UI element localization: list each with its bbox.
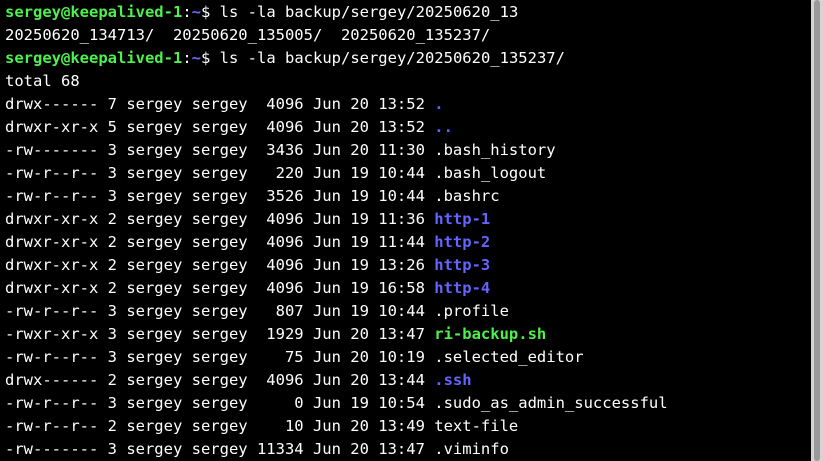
listing-name: ri-backup.sh xyxy=(434,325,547,343)
listing-row: -rw-r--r-- 3 sergey sergey 220 Jun 19 10… xyxy=(5,162,546,185)
listing-row: -rw-r--r-- 3 sergey sergey 3526 Jun 19 1… xyxy=(5,185,500,208)
listing-name: .selected_editor xyxy=(434,348,584,366)
listing-meta: -rw------- 3 sergey sergey 3436 Jun 20 1… xyxy=(5,141,435,159)
listing-row: -rw-r--r-- 3 sergey sergey 75 Jun 20 10:… xyxy=(5,346,584,369)
listing-name: .sudo_as_admin_successful xyxy=(434,394,668,412)
command-text: ls -la backup/sergey/20250620_135237/ xyxy=(219,49,565,67)
listing-row: drwxr-xr-x 2 sergey sergey 4096 Jun 19 1… xyxy=(5,254,490,277)
listing-row: -rw-r--r-- 2 sergey sergey 10 Jun 20 13:… xyxy=(5,415,518,438)
command-text: ls -la backup/sergey/20250620_13 xyxy=(219,3,519,21)
listing-meta: drwxr-xr-x 2 sergey sergey 4096 Jun 19 1… xyxy=(5,210,435,228)
scrollbar-thumb[interactable] xyxy=(814,0,820,461)
listing-name: .bash_logout xyxy=(434,164,547,182)
listing-row: drwxr-xr-x 2 sergey sergey 4096 Jun 19 1… xyxy=(5,277,490,300)
listing-name: .. xyxy=(434,118,453,136)
listing-row: -rw-r--r-- 3 sergey sergey 807 Jun 19 10… xyxy=(5,300,509,323)
listing-name: . xyxy=(434,95,444,113)
prompt-path: ~ xyxy=(191,49,201,67)
listing-row: drwxr-xr-x 2 sergey sergey 4096 Jun 19 1… xyxy=(5,231,490,254)
prompt-dollar: $ xyxy=(201,3,220,21)
listing-row: drwxr-xr-x 2 sergey sergey 4096 Jun 19 1… xyxy=(5,208,490,231)
listing-row: drwxr-xr-x 5 sergey sergey 4096 Jun 20 1… xyxy=(5,116,453,139)
prompt-path: ~ xyxy=(191,3,201,21)
listing-name: http-4 xyxy=(434,279,491,297)
listing-row: drwx------ 2 sergey sergey 4096 Jun 20 1… xyxy=(5,369,472,392)
listing-meta: -rw-r--r-- 3 sergey sergey 75 Jun 20 10:… xyxy=(5,348,435,366)
listing-row: -rw------- 3 sergey sergey 3436 Jun 20 1… xyxy=(5,139,556,162)
listing-row: -rw-r--r-- 3 sergey sergey 0 Jun 19 10:5… xyxy=(5,392,668,415)
listing-meta: -rw-r--r-- 3 sergey sergey 807 Jun 19 10… xyxy=(5,302,435,320)
listing-meta: drwxr-xr-x 2 sergey sergey 4096 Jun 19 1… xyxy=(5,256,435,274)
listing-name: .bashrc xyxy=(434,187,500,205)
scrollbar[interactable] xyxy=(811,0,823,461)
listing-meta: -rw-r--r-- 2 sergey sergey 10 Jun 20 13:… xyxy=(5,417,435,435)
listing-name: http-2 xyxy=(434,233,491,251)
prompt-separator: : xyxy=(182,49,192,67)
listing-meta: drwxr-xr-x 5 sergey sergey 4096 Jun 20 1… xyxy=(5,118,435,136)
prompt-user-host: sergey@keepalived-1 xyxy=(5,3,183,21)
listing-name: .bash_history xyxy=(434,141,556,159)
listing-name: http-1 xyxy=(434,210,491,228)
listing-meta: -rw-r--r-- 3 sergey sergey 220 Jun 19 10… xyxy=(5,164,435,182)
listing-name: .viminfo xyxy=(434,440,509,458)
listing-meta: drwxr-xr-x 2 sergey sergey 4096 Jun 19 1… xyxy=(5,233,435,251)
prompt-line: sergey@keepalived-1:~$ ls -la backup/ser… xyxy=(5,1,518,24)
prompt-dollar: $ xyxy=(201,49,220,67)
terminal-window[interactable]: sergey@keepalived-1:~$ ls -la backup/ser… xyxy=(0,0,811,461)
listing-name: http-3 xyxy=(434,256,491,274)
prompt-line: sergey@keepalived-1:~$ ls -la backup/ser… xyxy=(5,47,565,70)
completion-output: 20250620_134713/ 20250620_135005/ 202506… xyxy=(5,26,491,44)
listing-meta: drwxr-xr-x 2 sergey sergey 4096 Jun 19 1… xyxy=(5,279,435,297)
prompt-separator: : xyxy=(182,3,192,21)
listing-name: text-file xyxy=(434,417,519,435)
listing-row: -rwxr-xr-x 3 sergey sergey 1929 Jun 20 1… xyxy=(5,323,546,346)
listing-meta: drwx------ 7 sergey sergey 4096 Jun 20 1… xyxy=(5,95,435,113)
listing-row: -rw------- 3 sergey sergey 11334 Jun 20 … xyxy=(5,438,509,461)
listing-name: .profile xyxy=(434,302,509,320)
listing-meta: drwx------ 2 sergey sergey 4096 Jun 20 1… xyxy=(5,371,435,389)
listing-meta: -rw-r--r-- 3 sergey sergey 3526 Jun 19 1… xyxy=(5,187,435,205)
listing-row: drwx------ 7 sergey sergey 4096 Jun 20 1… xyxy=(5,93,444,116)
prompt-user-host: sergey@keepalived-1 xyxy=(5,49,183,67)
listing-meta: -rw-r--r-- 3 sergey sergey 0 Jun 19 10:5… xyxy=(5,394,435,412)
listing-meta: -rwxr-xr-x 3 sergey sergey 1929 Jun 20 1… xyxy=(5,325,435,343)
listing-name: .ssh xyxy=(434,371,472,389)
total-line: total 68 xyxy=(5,72,80,90)
listing-meta: -rw------- 3 sergey sergey 11334 Jun 20 … xyxy=(5,440,435,458)
